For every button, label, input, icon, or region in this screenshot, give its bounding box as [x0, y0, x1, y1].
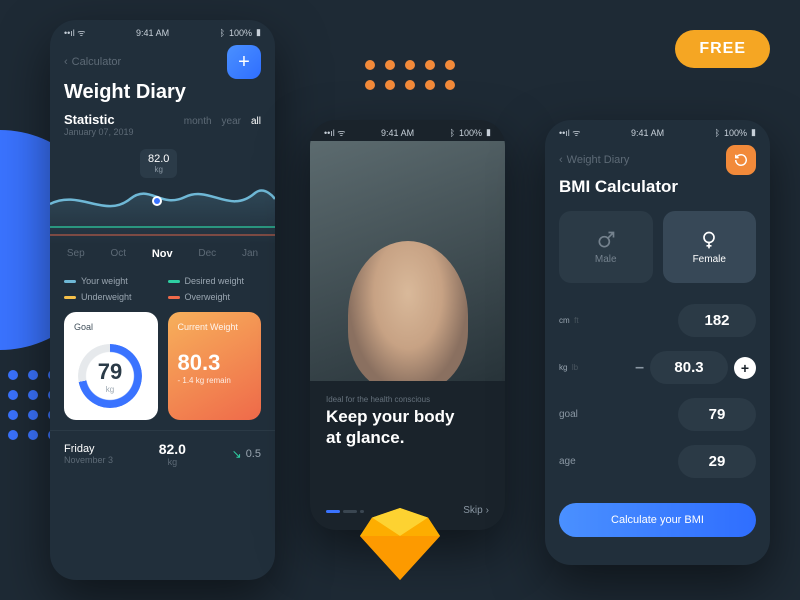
statistic-label: Statistic — [64, 112, 115, 127]
chevron-left-icon: ‹ — [559, 154, 563, 166]
statistic-date: January 07, 2019 — [50, 127, 275, 143]
status-time: 9:41 AM — [631, 128, 664, 138]
free-badge: FREE — [675, 30, 770, 68]
chart-months: Sep Oct Nov Dec Jan — [50, 248, 275, 270]
history-entry[interactable]: Friday November 3 82.0 kg ↘ 0.5 — [50, 430, 275, 467]
status-bar: ••ıl ᯤ 9:41 AM ᛒ 100% ▮ — [50, 20, 275, 41]
onboarding-subtitle: Ideal for the health conscious — [310, 381, 505, 406]
onboarding-title-line1: Keep your body — [310, 406, 505, 427]
month-sep[interactable]: Sep — [67, 248, 85, 260]
back-button[interactable]: ‹Weight Diary — [559, 154, 629, 166]
goal-value: 79 — [98, 359, 122, 385]
goal-input[interactable]: 79 — [678, 398, 756, 431]
status-battery: 100% — [229, 28, 252, 38]
entry-day: Friday — [64, 443, 95, 455]
weight-diary-screen: ••ıl ᯤ 9:41 AM ᛒ 100% ▮ ‹ Calculator + Weig… — [50, 20, 275, 580]
legend-under: Underweight — [64, 292, 158, 302]
gender-male-card[interactable]: Male — [559, 211, 653, 283]
chevron-right-icon: › — [486, 505, 489, 516]
current-remain: - 1.4 kg remain — [178, 376, 252, 385]
weight-minus-button[interactable]: – — [635, 359, 644, 377]
page-title: BMI Calculator — [545, 175, 770, 205]
bmi-calculator-screen: ••ıl ᯤ 9:41 AM ᛒ100%▮ ‹Weight Diary BMI … — [545, 120, 770, 565]
add-button[interactable]: + — [227, 45, 261, 79]
bluetooth-icon: ᛒ — [715, 128, 720, 138]
arrow-down-right-icon: ↘ — [232, 447, 242, 461]
current-label: Current Weight — [178, 322, 252, 332]
battery-icon: ▮ — [486, 127, 491, 138]
battery-icon: ▮ — [256, 27, 261, 38]
month-oct[interactable]: Oct — [110, 248, 126, 260]
legend-desired: Desired weight — [168, 276, 262, 286]
goal-label: Goal — [74, 322, 148, 332]
page-title: Weight Diary — [50, 79, 275, 112]
current-weight-card[interactable]: Current Weight 80.3 - 1.4 kg remain — [168, 312, 262, 420]
sketch-logo-icon — [360, 508, 440, 580]
plus-icon: + — [741, 360, 749, 376]
back-button[interactable]: ‹ Calculator — [64, 56, 121, 68]
legend-over: Overweight — [168, 292, 262, 302]
chart-legend: Your weight Desired weight Underweight O… — [50, 270, 275, 312]
back-label: Calculator — [72, 56, 122, 68]
month-nov[interactable]: Nov — [152, 248, 173, 260]
status-bar: ••ıl ᯤ 9:41 AM ᛒ100%▮ — [545, 120, 770, 141]
age-label: age — [559, 456, 601, 467]
refresh-icon — [734, 153, 748, 167]
bluetooth-icon: ᛒ — [450, 128, 455, 138]
reset-button[interactable] — [726, 145, 756, 175]
onboarding-screen: ••ıl ᯤ 9:41 AM ᛒ100%▮ Ideal for the heal… — [310, 120, 505, 530]
male-icon — [596, 230, 616, 250]
month-jan[interactable]: Jan — [242, 248, 258, 260]
current-value: 80.3 — [178, 350, 221, 375]
status-time: 9:41 AM — [381, 128, 414, 138]
onboarding-title-line2: at glance. — [310, 427, 505, 448]
chevron-left-icon: ‹ — [64, 56, 68, 68]
decor-orange-dots — [365, 60, 455, 90]
female-icon — [699, 230, 719, 250]
height-input[interactable]: 182 — [678, 304, 756, 337]
bluetooth-icon: ᛒ — [220, 28, 225, 38]
unit-lb[interactable]: lb — [572, 363, 578, 372]
unit-ft[interactable]: ft — [574, 316, 578, 325]
goal-label: goal — [559, 409, 601, 420]
status-time: 9:41 AM — [136, 28, 169, 38]
month-dec[interactable]: Dec — [198, 248, 216, 260]
skip-button[interactable]: Skip› — [463, 505, 489, 516]
tab-all[interactable]: all — [251, 116, 261, 127]
entry-weight: 82.0 — [159, 441, 186, 457]
signal-icon: ••ıl ᯤ — [324, 126, 346, 139]
status-bar: ••ıl ᯤ 9:41 AM ᛒ100%▮ — [310, 120, 505, 141]
signal-icon: ••ıl ᯤ — [559, 126, 581, 139]
goal-card[interactable]: Goal 79kg — [64, 312, 158, 420]
plus-icon: + — [238, 51, 250, 74]
hero-image — [310, 141, 505, 381]
signal-icon: ••ıl ᯤ — [64, 26, 86, 39]
gender-female-card[interactable]: Female — [663, 211, 757, 283]
weight-input[interactable]: 80.3 — [650, 351, 728, 384]
chart-marker: 82.0 kg — [140, 149, 177, 178]
chart-marker-value: 82.0 — [148, 153, 169, 165]
weight-chart[interactable]: 82.0 kg — [50, 149, 275, 244]
battery-icon: ▮ — [751, 127, 756, 138]
calculate-bmi-button[interactable]: Calculate your BMI — [559, 503, 756, 537]
tab-year[interactable]: year — [222, 116, 241, 127]
unit-kg[interactable]: kg — [559, 363, 567, 372]
unit-cm[interactable]: cm — [559, 316, 570, 325]
weight-plus-button[interactable]: + — [734, 357, 756, 379]
age-input[interactable]: 29 — [678, 445, 756, 478]
legend-your: Your weight — [64, 276, 158, 286]
entry-date: November 3 — [64, 455, 113, 465]
entry-delta: 0.5 — [246, 448, 261, 460]
chart-marker-unit: kg — [148, 165, 169, 174]
tab-month[interactable]: month — [184, 116, 212, 127]
entry-unit: kg — [159, 457, 186, 467]
goal-unit: kg — [106, 385, 114, 394]
